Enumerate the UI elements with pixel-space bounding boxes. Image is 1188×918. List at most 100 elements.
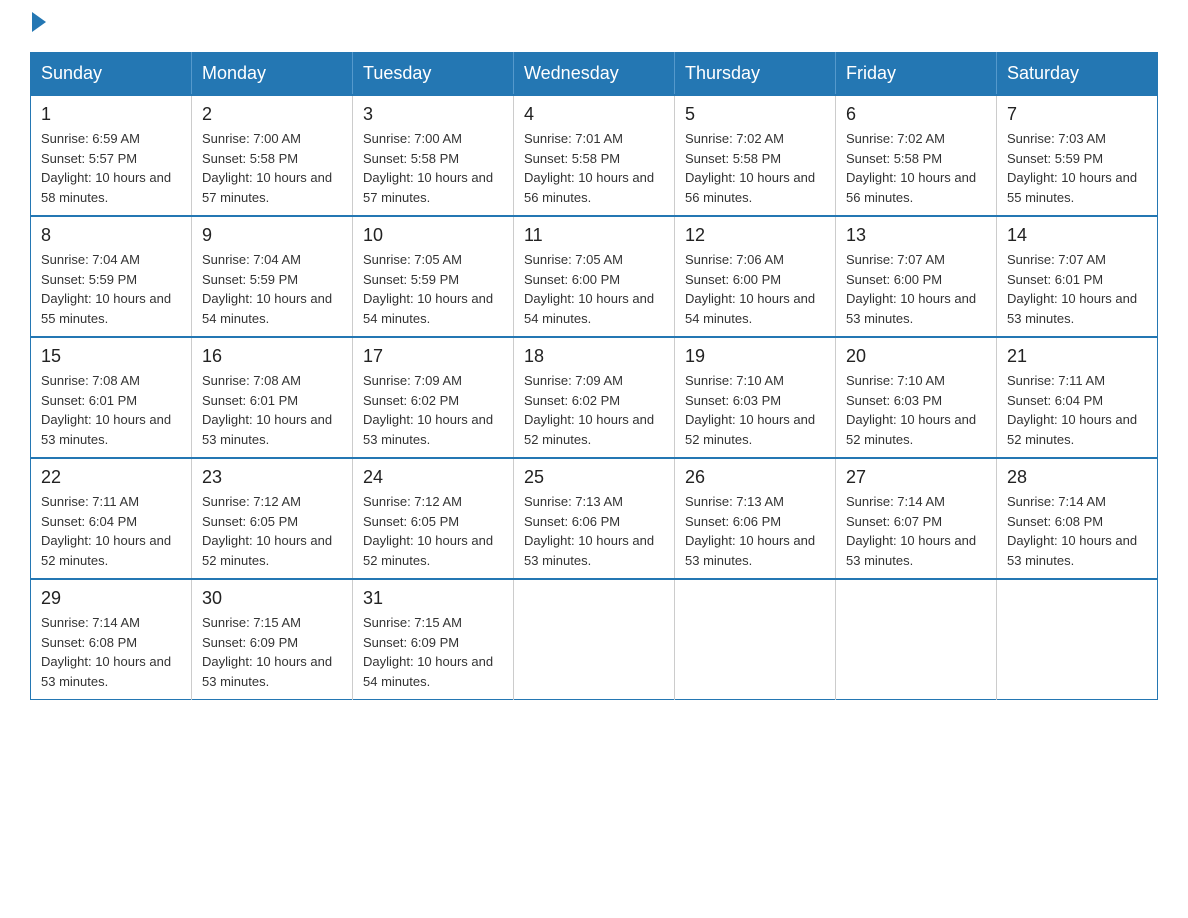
day-number: 19 <box>685 346 825 367</box>
calendar-cell: 25 Sunrise: 7:13 AM Sunset: 6:06 PM Dayl… <box>514 458 675 579</box>
day-info: Sunrise: 7:12 AM Sunset: 6:05 PM Dayligh… <box>363 492 503 570</box>
day-info: Sunrise: 7:14 AM Sunset: 6:07 PM Dayligh… <box>846 492 986 570</box>
day-number: 1 <box>41 104 181 125</box>
day-number: 22 <box>41 467 181 488</box>
day-number: 31 <box>363 588 503 609</box>
day-info: Sunrise: 7:13 AM Sunset: 6:06 PM Dayligh… <box>685 492 825 570</box>
day-info: Sunrise: 7:04 AM Sunset: 5:59 PM Dayligh… <box>41 250 181 328</box>
calendar-cell <box>675 579 836 700</box>
day-info: Sunrise: 7:07 AM Sunset: 6:01 PM Dayligh… <box>1007 250 1147 328</box>
day-number: 5 <box>685 104 825 125</box>
day-number: 12 <box>685 225 825 246</box>
calendar-cell: 16 Sunrise: 7:08 AM Sunset: 6:01 PM Dayl… <box>192 337 353 458</box>
day-info: Sunrise: 7:02 AM Sunset: 5:58 PM Dayligh… <box>685 129 825 207</box>
calendar-body: 1 Sunrise: 6:59 AM Sunset: 5:57 PM Dayli… <box>31 95 1158 700</box>
calendar-cell: 10 Sunrise: 7:05 AM Sunset: 5:59 PM Dayl… <box>353 216 514 337</box>
day-info: Sunrise: 7:13 AM Sunset: 6:06 PM Dayligh… <box>524 492 664 570</box>
calendar-cell: 2 Sunrise: 7:00 AM Sunset: 5:58 PM Dayli… <box>192 95 353 216</box>
calendar-cell: 1 Sunrise: 6:59 AM Sunset: 5:57 PM Dayli… <box>31 95 192 216</box>
calendar-cell: 24 Sunrise: 7:12 AM Sunset: 6:05 PM Dayl… <box>353 458 514 579</box>
day-info: Sunrise: 7:00 AM Sunset: 5:58 PM Dayligh… <box>202 129 342 207</box>
day-info: Sunrise: 7:06 AM Sunset: 6:00 PM Dayligh… <box>685 250 825 328</box>
day-number: 26 <box>685 467 825 488</box>
logo <box>30 20 46 32</box>
calendar-cell: 28 Sunrise: 7:14 AM Sunset: 6:08 PM Dayl… <box>997 458 1158 579</box>
day-header-row: SundayMondayTuesdayWednesdayThursdayFrid… <box>31 53 1158 96</box>
calendar-cell: 9 Sunrise: 7:04 AM Sunset: 5:59 PM Dayli… <box>192 216 353 337</box>
day-info: Sunrise: 7:05 AM Sunset: 6:00 PM Dayligh… <box>524 250 664 328</box>
week-row-4: 22 Sunrise: 7:11 AM Sunset: 6:04 PM Dayl… <box>31 458 1158 579</box>
day-number: 30 <box>202 588 342 609</box>
calendar-cell: 30 Sunrise: 7:15 AM Sunset: 6:09 PM Dayl… <box>192 579 353 700</box>
day-info: Sunrise: 7:11 AM Sunset: 6:04 PM Dayligh… <box>1007 371 1147 449</box>
day-info: Sunrise: 7:09 AM Sunset: 6:02 PM Dayligh… <box>363 371 503 449</box>
day-info: Sunrise: 7:11 AM Sunset: 6:04 PM Dayligh… <box>41 492 181 570</box>
day-info: Sunrise: 7:08 AM Sunset: 6:01 PM Dayligh… <box>41 371 181 449</box>
day-number: 8 <box>41 225 181 246</box>
day-info: Sunrise: 7:03 AM Sunset: 5:59 PM Dayligh… <box>1007 129 1147 207</box>
calendar-cell: 3 Sunrise: 7:00 AM Sunset: 5:58 PM Dayli… <box>353 95 514 216</box>
week-row-5: 29 Sunrise: 7:14 AM Sunset: 6:08 PM Dayl… <box>31 579 1158 700</box>
day-info: Sunrise: 6:59 AM Sunset: 5:57 PM Dayligh… <box>41 129 181 207</box>
calendar-cell <box>836 579 997 700</box>
day-info: Sunrise: 7:02 AM Sunset: 5:58 PM Dayligh… <box>846 129 986 207</box>
calendar-cell: 7 Sunrise: 7:03 AM Sunset: 5:59 PM Dayli… <box>997 95 1158 216</box>
day-number: 15 <box>41 346 181 367</box>
logo-arrow-icon <box>32 12 46 32</box>
day-info: Sunrise: 7:08 AM Sunset: 6:01 PM Dayligh… <box>202 371 342 449</box>
day-info: Sunrise: 7:04 AM Sunset: 5:59 PM Dayligh… <box>202 250 342 328</box>
day-header-tuesday: Tuesday <box>353 53 514 96</box>
calendar-header: SundayMondayTuesdayWednesdayThursdayFrid… <box>31 53 1158 96</box>
calendar-cell: 5 Sunrise: 7:02 AM Sunset: 5:58 PM Dayli… <box>675 95 836 216</box>
day-info: Sunrise: 7:12 AM Sunset: 6:05 PM Dayligh… <box>202 492 342 570</box>
calendar-cell: 4 Sunrise: 7:01 AM Sunset: 5:58 PM Dayli… <box>514 95 675 216</box>
day-header-wednesday: Wednesday <box>514 53 675 96</box>
day-header-thursday: Thursday <box>675 53 836 96</box>
day-number: 14 <box>1007 225 1147 246</box>
day-header-friday: Friday <box>836 53 997 96</box>
calendar-cell: 22 Sunrise: 7:11 AM Sunset: 6:04 PM Dayl… <box>31 458 192 579</box>
day-number: 16 <box>202 346 342 367</box>
calendar-cell: 27 Sunrise: 7:14 AM Sunset: 6:07 PM Dayl… <box>836 458 997 579</box>
day-number: 10 <box>363 225 503 246</box>
day-header-sunday: Sunday <box>31 53 192 96</box>
day-header-saturday: Saturday <box>997 53 1158 96</box>
day-number: 4 <box>524 104 664 125</box>
calendar-cell <box>997 579 1158 700</box>
day-info: Sunrise: 7:15 AM Sunset: 6:09 PM Dayligh… <box>202 613 342 691</box>
week-row-1: 1 Sunrise: 6:59 AM Sunset: 5:57 PM Dayli… <box>31 95 1158 216</box>
calendar-cell: 26 Sunrise: 7:13 AM Sunset: 6:06 PM Dayl… <box>675 458 836 579</box>
day-number: 2 <box>202 104 342 125</box>
day-number: 17 <box>363 346 503 367</box>
day-number: 18 <box>524 346 664 367</box>
calendar-cell: 31 Sunrise: 7:15 AM Sunset: 6:09 PM Dayl… <box>353 579 514 700</box>
day-number: 23 <box>202 467 342 488</box>
day-number: 6 <box>846 104 986 125</box>
calendar-cell: 23 Sunrise: 7:12 AM Sunset: 6:05 PM Dayl… <box>192 458 353 579</box>
day-number: 7 <box>1007 104 1147 125</box>
calendar-cell: 17 Sunrise: 7:09 AM Sunset: 6:02 PM Dayl… <box>353 337 514 458</box>
day-info: Sunrise: 7:15 AM Sunset: 6:09 PM Dayligh… <box>363 613 503 691</box>
day-number: 28 <box>1007 467 1147 488</box>
day-number: 3 <box>363 104 503 125</box>
calendar-cell: 18 Sunrise: 7:09 AM Sunset: 6:02 PM Dayl… <box>514 337 675 458</box>
calendar-cell: 11 Sunrise: 7:05 AM Sunset: 6:00 PM Dayl… <box>514 216 675 337</box>
day-info: Sunrise: 7:07 AM Sunset: 6:00 PM Dayligh… <box>846 250 986 328</box>
calendar-cell: 29 Sunrise: 7:14 AM Sunset: 6:08 PM Dayl… <box>31 579 192 700</box>
calendar-cell: 13 Sunrise: 7:07 AM Sunset: 6:00 PM Dayl… <box>836 216 997 337</box>
calendar-cell: 8 Sunrise: 7:04 AM Sunset: 5:59 PM Dayli… <box>31 216 192 337</box>
day-info: Sunrise: 7:05 AM Sunset: 5:59 PM Dayligh… <box>363 250 503 328</box>
day-header-monday: Monday <box>192 53 353 96</box>
day-number: 9 <box>202 225 342 246</box>
day-number: 25 <box>524 467 664 488</box>
day-info: Sunrise: 7:14 AM Sunset: 6:08 PM Dayligh… <box>1007 492 1147 570</box>
day-number: 20 <box>846 346 986 367</box>
page-header <box>30 20 1158 32</box>
day-info: Sunrise: 7:10 AM Sunset: 6:03 PM Dayligh… <box>846 371 986 449</box>
week-row-2: 8 Sunrise: 7:04 AM Sunset: 5:59 PM Dayli… <box>31 216 1158 337</box>
day-info: Sunrise: 7:00 AM Sunset: 5:58 PM Dayligh… <box>363 129 503 207</box>
calendar-table: SundayMondayTuesdayWednesdayThursdayFrid… <box>30 52 1158 700</box>
calendar-cell: 14 Sunrise: 7:07 AM Sunset: 6:01 PM Dayl… <box>997 216 1158 337</box>
calendar-cell: 6 Sunrise: 7:02 AM Sunset: 5:58 PM Dayli… <box>836 95 997 216</box>
day-number: 13 <box>846 225 986 246</box>
